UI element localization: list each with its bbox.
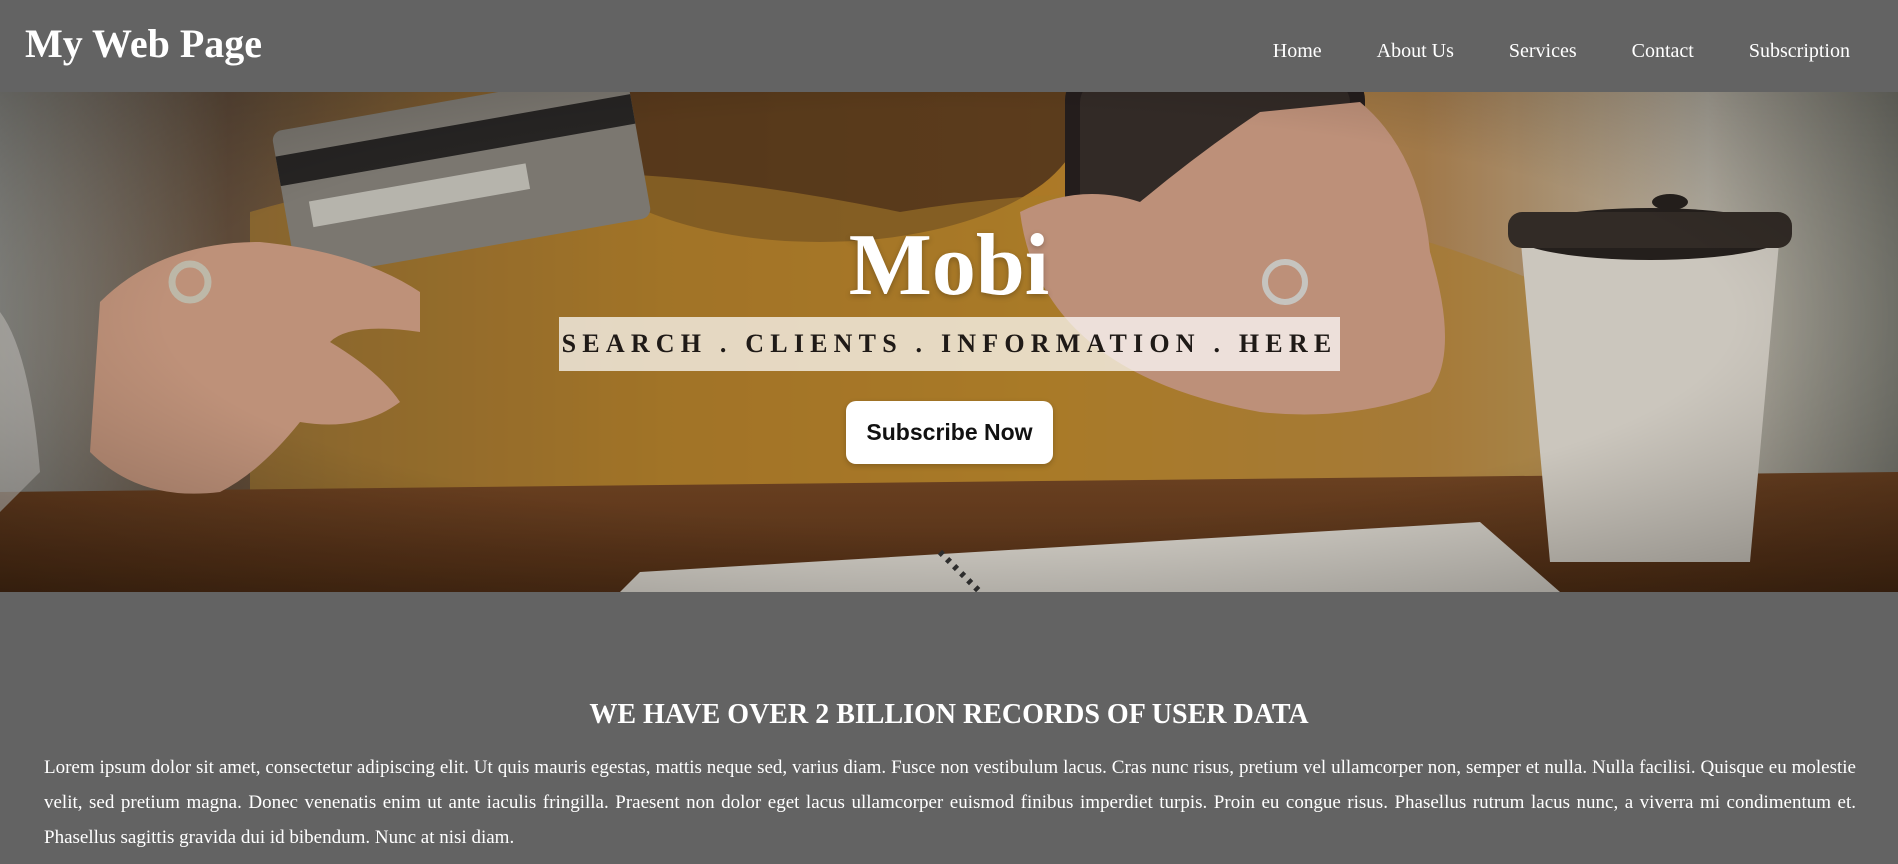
info-section: WE HAVE OVER 2 BILLION RECORDS OF USER D…	[0, 592, 1898, 864]
nav-subscription-link[interactable]: Subscription	[1749, 38, 1850, 64]
nav-services-link[interactable]: Services	[1509, 38, 1577, 64]
hero-tagline: SEARCH . CLIENTS . INFORMATION . HERE	[559, 317, 1340, 371]
main-nav: Home About Us Services Contact Subscript…	[1273, 38, 1850, 64]
nav-contact-link[interactable]: Contact	[1632, 38, 1694, 64]
hero-banner: Mobi SEARCH . CLIENTS . INFORMATION . HE…	[0, 92, 1898, 592]
section-body-text: Lorem ipsum dolor sit amet, consectetur …	[44, 757, 1856, 848]
site-logo-text[interactable]: My Web Page	[25, 20, 262, 68]
section-heading: WE HAVE OVER 2 BILLION RECORDS OF USER D…	[589, 699, 1309, 730]
site-header: My Web Page Home About Us Services Conta…	[0, 0, 1898, 92]
nav-about-link[interactable]: About Us	[1377, 38, 1454, 64]
subscribe-now-button[interactable]: Subscribe Now	[846, 401, 1053, 464]
hero-title: Mobi	[848, 217, 1050, 314]
nav-home-link[interactable]: Home	[1273, 38, 1322, 64]
